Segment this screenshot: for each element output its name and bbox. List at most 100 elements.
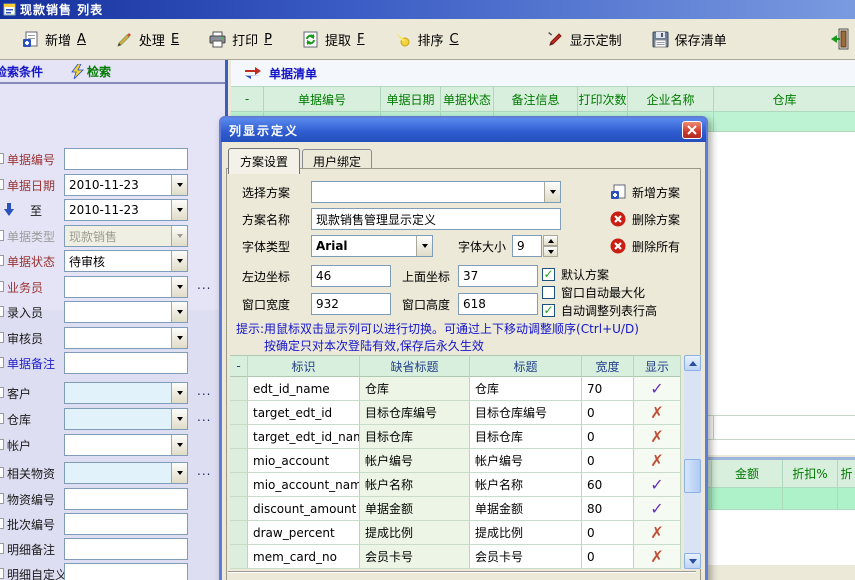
auto-row-height-checkbox[interactable]: ✓ 自动调整列表行高 [542,302,657,318]
add-scheme-button[interactable]: 新增方案 [610,181,680,203]
clipped-checkbox[interactable] [0,493,4,504]
auditor-combo[interactable] [64,327,188,349]
column-header[interactable]: 企业名称 [628,86,714,112]
doc-remark-input[interactable] [64,352,188,374]
print-button[interactable]: 打印P [201,26,280,53]
column-header[interactable]: 显示 [634,355,681,377]
window-height-input[interactable]: 618 [458,293,538,315]
clipped-checkbox[interactable] [0,568,4,579]
combo-arrow-icon[interactable] [171,409,187,429]
display-mark-icon[interactable]: ✗ [650,523,663,542]
dialog-titlebar[interactable]: 列显示定义 [221,118,706,142]
scroll-down-icon[interactable] [684,553,701,569]
column-header[interactable]: 单据日期 [381,86,441,112]
grid-row[interactable]: mem_card_no 会员卡号 会员卡号 0 ✗ [230,545,682,569]
display-mark-icon[interactable]: ✓ [650,475,663,494]
dialog-close-button[interactable] [682,121,702,139]
grid-row[interactable]: target_edt_id 目标仓库编号 目标仓库编号 0 ✗ [230,401,682,425]
grid-row[interactable]: draw_percent 提成比例 提成比例 0 ✗ [230,521,682,545]
column-header[interactable]: 宽度 [582,355,634,377]
account-combo[interactable] [64,434,188,456]
scheme-name-input[interactable]: 现款销售管理显示定义 [311,208,561,230]
grid-row[interactable]: discount_amount 单据金额 单据金额 80 ✓ [230,497,682,521]
window-width-input[interactable]: 932 [311,293,391,315]
clipped-checkbox[interactable] [0,255,4,266]
display-mark-icon[interactable]: ✓ [650,379,663,398]
date-to-combo[interactable]: 2010-11-23 [64,199,188,221]
salesman-combo[interactable] [64,276,188,298]
salesman-more-button[interactable]: ... [197,278,211,292]
left-coord-input[interactable]: 46 [311,265,391,287]
column-header[interactable]: 金额 [712,460,783,488]
delete-scheme-button[interactable]: 删除方案 [610,208,680,230]
goods-no-input[interactable] [64,488,188,510]
warehouse-more-button[interactable]: ... [197,410,211,424]
clipped-checkbox[interactable] [0,179,4,190]
grid-row[interactable]: target_edt_id_nam 目标仓库 目标仓库 0 ✗ [230,425,682,449]
default-scheme-checkbox[interactable]: ✓ 默认方案 [542,266,609,282]
column-header[interactable]: 备注信息 [494,86,578,112]
grid-row[interactable]: edt_id_name 仓库 仓库 70 ✓ [230,377,682,401]
top-coord-input[interactable]: 37 [458,265,538,287]
column-header[interactable]: 标题 [470,355,582,377]
customer-combo[interactable] [64,382,188,404]
clipped-checkbox[interactable] [0,357,4,368]
column-header[interactable]: 标识 [248,355,360,377]
display-mark-icon[interactable]: ✗ [650,451,663,470]
clipped-checkbox[interactable] [0,306,4,317]
doc-status-combo[interactable]: 待审核 [64,250,188,272]
clipped-checkbox[interactable] [0,281,4,292]
delete-all-button[interactable]: 删除所有 [610,235,680,257]
column-header[interactable]: 打印次数 [578,86,628,112]
clipped-checkbox[interactable] [0,439,4,450]
font-type-combo[interactable]: Arial [311,235,433,257]
process-button[interactable]: 处理E [108,26,187,53]
column-header[interactable]: 缺省标题 [360,355,470,377]
tab-scheme-settings[interactable]: 方案设置 [228,148,300,174]
auto-maximize-checkbox[interactable]: ✓ 窗口自动最大化 [542,284,645,300]
combo-arrow-icon[interactable] [171,200,187,220]
scroll-up-icon[interactable] [684,355,701,371]
combo-arrow-icon[interactable] [171,175,187,195]
combo-arrow-icon[interactable] [171,277,187,297]
column-header[interactable]: 单据编号 [264,86,381,112]
grid-row[interactable]: mio_account 帐户编号 帐户编号 0 ✗ [230,449,682,473]
select-scheme-combo[interactable] [311,181,561,203]
spinner-down-icon[interactable] [543,246,558,257]
related-goods-more-button[interactable]: ... [197,464,211,478]
warehouse-combo[interactable] [64,408,188,430]
column-header[interactable]: 单据状态 [441,86,494,112]
entry-clerk-combo[interactable] [64,301,188,323]
column-header[interactable]: 折扣% [783,460,838,488]
related-goods-combo[interactable] [64,462,188,484]
extract-button[interactable]: 提取F [294,26,373,53]
exit-button[interactable] [829,27,851,51]
combo-arrow-icon[interactable] [171,463,187,483]
doc-no-input[interactable] [64,148,188,170]
combo-arrow-icon[interactable] [171,383,187,403]
batch-no-input[interactable] [64,513,188,535]
clipped-checkbox[interactable] [0,543,4,554]
combo-arrow-icon[interactable] [544,182,560,202]
column-header[interactable]: - [231,86,264,112]
save-list-button[interactable]: 保存清单 [644,26,735,53]
spinner-up-icon[interactable] [543,235,558,246]
grid-scrollbar[interactable] [684,355,701,569]
combo-arrow-icon[interactable] [416,236,432,256]
combo-arrow-icon[interactable] [171,435,187,455]
column-header[interactable]: 折 [838,460,855,488]
clipped-checkbox[interactable] [0,467,4,478]
new-button[interactable]: 新增A [14,26,94,53]
column-header[interactable]: 仓库 [714,86,855,112]
display-mark-icon[interactable]: ✗ [650,427,663,446]
display-customize-button[interactable]: 显示定制 [539,26,630,53]
combo-arrow-icon[interactable] [171,328,187,348]
font-size-spinner[interactable]: 9 [512,235,558,257]
combo-arrow-icon[interactable] [171,302,187,322]
clipped-checkbox[interactable] [0,518,4,529]
clipped-checkbox[interactable] [0,332,4,343]
display-mark-icon[interactable]: ✓ [650,499,663,518]
scrollbar-thumb[interactable] [684,459,701,493]
search-button[interactable]: 检索 [71,63,111,80]
customer-more-button[interactable]: ... [197,384,211,398]
